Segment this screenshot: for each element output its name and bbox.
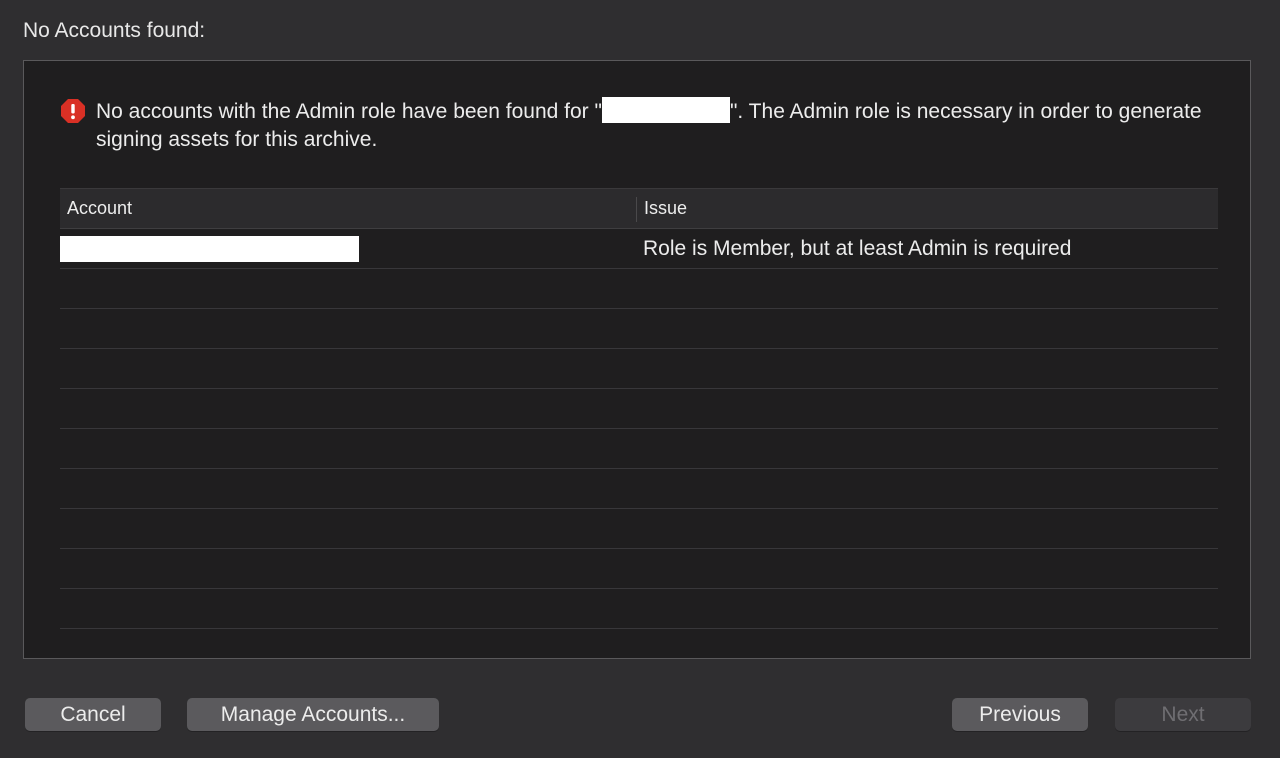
account-cell-redacted bbox=[60, 236, 359, 262]
error-message-text: No accounts with the Admin role have bee… bbox=[96, 97, 1220, 154]
table-row-empty bbox=[60, 309, 1218, 349]
redacted-team-name bbox=[601, 97, 730, 123]
message-part-1: No accounts with the Admin role have bee… bbox=[96, 100, 602, 123]
error-message: No accounts with the Admin role have bee… bbox=[60, 97, 1220, 154]
accounts-table: Account Issue Role is Member, but at lea… bbox=[60, 188, 1218, 629]
accounts-panel: No accounts with the Admin role have bee… bbox=[23, 60, 1251, 659]
exclamation-octagon-icon bbox=[61, 99, 85, 123]
table-row-empty bbox=[60, 589, 1218, 629]
column-header-account[interactable]: Account bbox=[67, 198, 132, 219]
column-divider[interactable] bbox=[636, 197, 637, 222]
previous-button[interactable]: Previous bbox=[952, 698, 1088, 731]
table-row-empty bbox=[60, 389, 1218, 429]
cancel-button[interactable]: Cancel bbox=[25, 698, 161, 731]
table-row-empty bbox=[60, 429, 1218, 469]
next-button[interactable]: Next bbox=[1115, 698, 1251, 731]
dialog-title: No Accounts found: bbox=[23, 19, 206, 42]
issue-cell: Role is Member, but at least Admin is re… bbox=[643, 237, 1072, 260]
table-row[interactable]: Role is Member, but at least Admin is re… bbox=[60, 229, 1218, 269]
table-row-empty bbox=[60, 509, 1218, 549]
table-row-empty bbox=[60, 549, 1218, 589]
table-row-empty bbox=[60, 349, 1218, 389]
column-header-issue[interactable]: Issue bbox=[644, 198, 687, 219]
table-row-empty bbox=[60, 269, 1218, 309]
manage-accounts-button[interactable]: Manage Accounts... bbox=[187, 698, 439, 731]
table-header: Account Issue bbox=[60, 188, 1218, 229]
table-row-empty bbox=[60, 469, 1218, 509]
